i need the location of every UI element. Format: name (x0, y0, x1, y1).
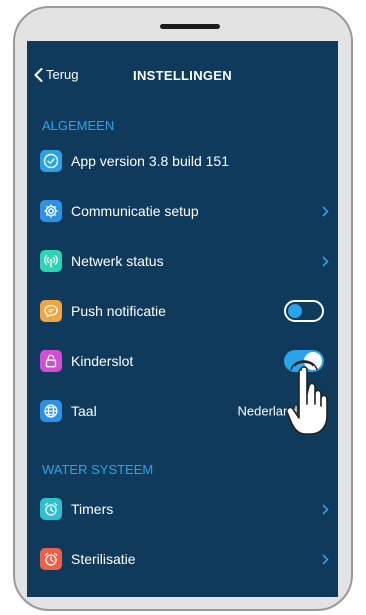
settings-row-label: Push notificatie (71, 303, 166, 319)
settings-row-sterilization[interactable]: Sterilisatie (27, 536, 338, 582)
alarm-clock-icon (40, 498, 62, 520)
tap-gesture-hand-icon (287, 360, 328, 435)
settings-row-label: Timers (71, 501, 114, 517)
settings-row-label: App version 3.8 build 151 (71, 153, 229, 169)
nav-header: Terug INSTELLINGEN (27, 41, 338, 111)
lock-icon (40, 350, 62, 372)
globe-icon (40, 400, 62, 422)
check-circle-icon (40, 150, 62, 172)
section-label-general: ALGEMEEN (42, 118, 115, 133)
chevron-right-icon (320, 502, 330, 516)
phone-speaker (160, 24, 220, 29)
settings-row-label: Kinderslot (71, 353, 134, 369)
settings-row-network[interactable]: Netwerk status (27, 238, 338, 284)
page-title: INSTELLINGEN (133, 68, 232, 83)
section-label-water-system: WATER SYSTEEM (42, 462, 154, 477)
settings-row-app-version: App version 3.8 build 151 (27, 138, 338, 184)
settings-row-push: Push notificatie (27, 288, 338, 334)
chevron-right-icon (320, 552, 330, 566)
alarm-clock-icon (40, 548, 62, 570)
chevron-right-icon (320, 254, 330, 268)
settings-screen: Terug INSTELLINGEN ALGEMEEN App version … (27, 41, 338, 597)
push-notification-toggle[interactable] (284, 300, 324, 322)
toggle-knob (288, 304, 302, 318)
settings-row-timers[interactable]: Timers (27, 486, 338, 532)
settings-row-label: Taal (71, 403, 97, 419)
chat-bubble-icon (40, 300, 62, 322)
settings-row-communication[interactable]: Communicatie setup (27, 188, 338, 234)
gear-icon (40, 200, 62, 222)
settings-row-label: Sterilisatie (71, 551, 136, 567)
chevron-right-icon (320, 204, 330, 218)
settings-row-label: Netwerk status (71, 253, 164, 269)
antenna-icon (40, 250, 62, 272)
settings-row-label: Communicatie setup (71, 203, 199, 219)
